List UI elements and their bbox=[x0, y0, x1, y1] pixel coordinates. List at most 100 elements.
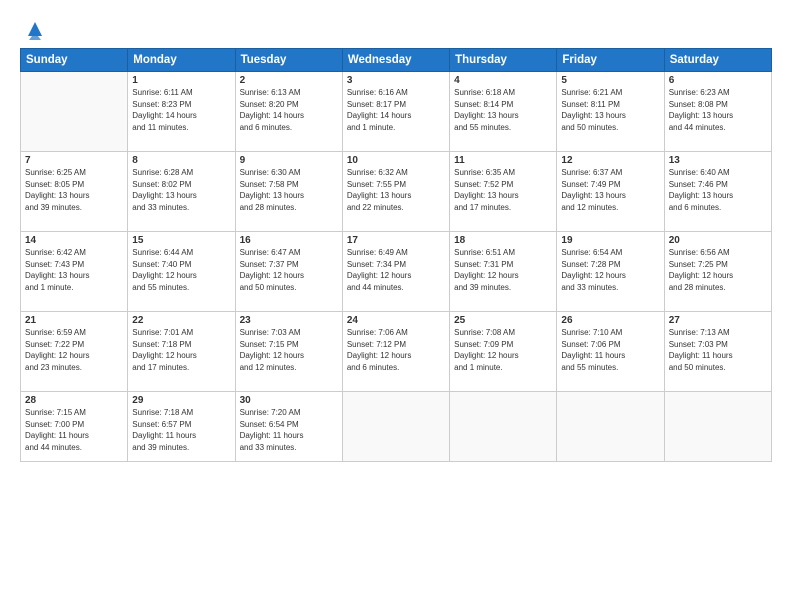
calendar-week-row: 28Sunrise: 7:15 AM Sunset: 7:00 PM Dayli… bbox=[21, 392, 772, 462]
day-number: 13 bbox=[669, 155, 767, 166]
day-number: 10 bbox=[347, 155, 445, 166]
day-number: 14 bbox=[25, 235, 123, 246]
calendar-cell: 13Sunrise: 6:40 AM Sunset: 7:46 PM Dayli… bbox=[664, 152, 771, 232]
day-number: 1 bbox=[132, 75, 230, 86]
day-number: 27 bbox=[669, 315, 767, 326]
day-info: Sunrise: 6:11 AM Sunset: 8:23 PM Dayligh… bbox=[132, 87, 230, 133]
day-info: Sunrise: 7:15 AM Sunset: 7:00 PM Dayligh… bbox=[25, 407, 123, 453]
calendar-cell: 5Sunrise: 6:21 AM Sunset: 8:11 PM Daylig… bbox=[557, 72, 664, 152]
calendar-cell bbox=[450, 392, 557, 462]
day-number: 11 bbox=[454, 155, 552, 166]
day-number: 15 bbox=[132, 235, 230, 246]
day-info: Sunrise: 6:16 AM Sunset: 8:17 PM Dayligh… bbox=[347, 87, 445, 133]
calendar-cell: 1Sunrise: 6:11 AM Sunset: 8:23 PM Daylig… bbox=[128, 72, 235, 152]
weekday-header: Wednesday bbox=[342, 49, 449, 72]
calendar-week-row: 1Sunrise: 6:11 AM Sunset: 8:23 PM Daylig… bbox=[21, 72, 772, 152]
day-number: 24 bbox=[347, 315, 445, 326]
weekday-header: Tuesday bbox=[235, 49, 342, 72]
day-number: 18 bbox=[454, 235, 552, 246]
calendar-cell: 22Sunrise: 7:01 AM Sunset: 7:18 PM Dayli… bbox=[128, 312, 235, 392]
day-info: Sunrise: 6:21 AM Sunset: 8:11 PM Dayligh… bbox=[561, 87, 659, 133]
calendar-week-row: 14Sunrise: 6:42 AM Sunset: 7:43 PM Dayli… bbox=[21, 232, 772, 312]
day-number: 3 bbox=[347, 75, 445, 86]
day-info: Sunrise: 6:30 AM Sunset: 7:58 PM Dayligh… bbox=[240, 167, 338, 213]
day-number: 9 bbox=[240, 155, 338, 166]
calendar-cell: 15Sunrise: 6:44 AM Sunset: 7:40 PM Dayli… bbox=[128, 232, 235, 312]
calendar-header-row: SundayMondayTuesdayWednesdayThursdayFrid… bbox=[21, 49, 772, 72]
day-info: Sunrise: 6:40 AM Sunset: 7:46 PM Dayligh… bbox=[669, 167, 767, 213]
day-number: 23 bbox=[240, 315, 338, 326]
day-info: Sunrise: 7:18 AM Sunset: 6:57 PM Dayligh… bbox=[132, 407, 230, 453]
day-info: Sunrise: 7:13 AM Sunset: 7:03 PM Dayligh… bbox=[669, 327, 767, 373]
day-info: Sunrise: 6:49 AM Sunset: 7:34 PM Dayligh… bbox=[347, 247, 445, 293]
calendar-cell: 3Sunrise: 6:16 AM Sunset: 8:17 PM Daylig… bbox=[342, 72, 449, 152]
day-info: Sunrise: 6:37 AM Sunset: 7:49 PM Dayligh… bbox=[561, 167, 659, 213]
calendar-cell: 16Sunrise: 6:47 AM Sunset: 7:37 PM Dayli… bbox=[235, 232, 342, 312]
calendar-cell: 7Sunrise: 6:25 AM Sunset: 8:05 PM Daylig… bbox=[21, 152, 128, 232]
day-info: Sunrise: 6:18 AM Sunset: 8:14 PM Dayligh… bbox=[454, 87, 552, 133]
calendar-cell: 10Sunrise: 6:32 AM Sunset: 7:55 PM Dayli… bbox=[342, 152, 449, 232]
calendar-cell: 27Sunrise: 7:13 AM Sunset: 7:03 PM Dayli… bbox=[664, 312, 771, 392]
calendar-week-row: 21Sunrise: 6:59 AM Sunset: 7:22 PM Dayli… bbox=[21, 312, 772, 392]
day-number: 7 bbox=[25, 155, 123, 166]
weekday-header: Friday bbox=[557, 49, 664, 72]
day-number: 22 bbox=[132, 315, 230, 326]
day-info: Sunrise: 7:03 AM Sunset: 7:15 PM Dayligh… bbox=[240, 327, 338, 373]
calendar-cell: 12Sunrise: 6:37 AM Sunset: 7:49 PM Dayli… bbox=[557, 152, 664, 232]
calendar-week-row: 7Sunrise: 6:25 AM Sunset: 8:05 PM Daylig… bbox=[21, 152, 772, 232]
weekday-header: Monday bbox=[128, 49, 235, 72]
day-info: Sunrise: 6:44 AM Sunset: 7:40 PM Dayligh… bbox=[132, 247, 230, 293]
calendar-cell: 6Sunrise: 6:23 AM Sunset: 8:08 PM Daylig… bbox=[664, 72, 771, 152]
day-number: 8 bbox=[132, 155, 230, 166]
calendar-cell bbox=[21, 72, 128, 152]
day-number: 12 bbox=[561, 155, 659, 166]
calendar-cell: 23Sunrise: 7:03 AM Sunset: 7:15 PM Dayli… bbox=[235, 312, 342, 392]
calendar-cell: 19Sunrise: 6:54 AM Sunset: 7:28 PM Dayli… bbox=[557, 232, 664, 312]
calendar-cell: 30Sunrise: 7:20 AM Sunset: 6:54 PM Dayli… bbox=[235, 392, 342, 462]
day-number: 4 bbox=[454, 75, 552, 86]
day-number: 17 bbox=[347, 235, 445, 246]
day-info: Sunrise: 6:42 AM Sunset: 7:43 PM Dayligh… bbox=[25, 247, 123, 293]
day-info: Sunrise: 6:47 AM Sunset: 7:37 PM Dayligh… bbox=[240, 247, 338, 293]
calendar-cell: 18Sunrise: 6:51 AM Sunset: 7:31 PM Dayli… bbox=[450, 232, 557, 312]
page-header bbox=[20, 18, 772, 40]
calendar-cell: 2Sunrise: 6:13 AM Sunset: 8:20 PM Daylig… bbox=[235, 72, 342, 152]
day-number: 2 bbox=[240, 75, 338, 86]
calendar-cell bbox=[342, 392, 449, 462]
day-number: 16 bbox=[240, 235, 338, 246]
day-info: Sunrise: 6:32 AM Sunset: 7:55 PM Dayligh… bbox=[347, 167, 445, 213]
weekday-header: Saturday bbox=[664, 49, 771, 72]
day-info: Sunrise: 6:35 AM Sunset: 7:52 PM Dayligh… bbox=[454, 167, 552, 213]
day-number: 5 bbox=[561, 75, 659, 86]
calendar-cell: 14Sunrise: 6:42 AM Sunset: 7:43 PM Dayli… bbox=[21, 232, 128, 312]
calendar-cell: 8Sunrise: 6:28 AM Sunset: 8:02 PM Daylig… bbox=[128, 152, 235, 232]
calendar-cell bbox=[557, 392, 664, 462]
calendar-cell: 17Sunrise: 6:49 AM Sunset: 7:34 PM Dayli… bbox=[342, 232, 449, 312]
calendar-cell: 29Sunrise: 7:18 AM Sunset: 6:57 PM Dayli… bbox=[128, 392, 235, 462]
day-info: Sunrise: 7:08 AM Sunset: 7:09 PM Dayligh… bbox=[454, 327, 552, 373]
day-number: 29 bbox=[132, 395, 230, 406]
day-info: Sunrise: 7:20 AM Sunset: 6:54 PM Dayligh… bbox=[240, 407, 338, 453]
day-number: 26 bbox=[561, 315, 659, 326]
day-number: 6 bbox=[669, 75, 767, 86]
day-number: 28 bbox=[25, 395, 123, 406]
calendar-cell: 20Sunrise: 6:56 AM Sunset: 7:25 PM Dayli… bbox=[664, 232, 771, 312]
calendar-cell bbox=[664, 392, 771, 462]
day-info: Sunrise: 6:13 AM Sunset: 8:20 PM Dayligh… bbox=[240, 87, 338, 133]
day-info: Sunrise: 6:25 AM Sunset: 8:05 PM Dayligh… bbox=[25, 167, 123, 213]
day-info: Sunrise: 6:59 AM Sunset: 7:22 PM Dayligh… bbox=[25, 327, 123, 373]
logo bbox=[20, 18, 46, 40]
calendar-cell: 24Sunrise: 7:06 AM Sunset: 7:12 PM Dayli… bbox=[342, 312, 449, 392]
weekday-header: Sunday bbox=[21, 49, 128, 72]
day-info: Sunrise: 6:28 AM Sunset: 8:02 PM Dayligh… bbox=[132, 167, 230, 213]
calendar-cell: 26Sunrise: 7:10 AM Sunset: 7:06 PM Dayli… bbox=[557, 312, 664, 392]
day-info: Sunrise: 6:51 AM Sunset: 7:31 PM Dayligh… bbox=[454, 247, 552, 293]
day-number: 25 bbox=[454, 315, 552, 326]
calendar-cell: 25Sunrise: 7:08 AM Sunset: 7:09 PM Dayli… bbox=[450, 312, 557, 392]
day-number: 19 bbox=[561, 235, 659, 246]
calendar-cell: 4Sunrise: 6:18 AM Sunset: 8:14 PM Daylig… bbox=[450, 72, 557, 152]
calendar-cell: 28Sunrise: 7:15 AM Sunset: 7:00 PM Dayli… bbox=[21, 392, 128, 462]
calendar-table: SundayMondayTuesdayWednesdayThursdayFrid… bbox=[20, 48, 772, 462]
calendar-cell: 11Sunrise: 6:35 AM Sunset: 7:52 PM Dayli… bbox=[450, 152, 557, 232]
day-number: 20 bbox=[669, 235, 767, 246]
